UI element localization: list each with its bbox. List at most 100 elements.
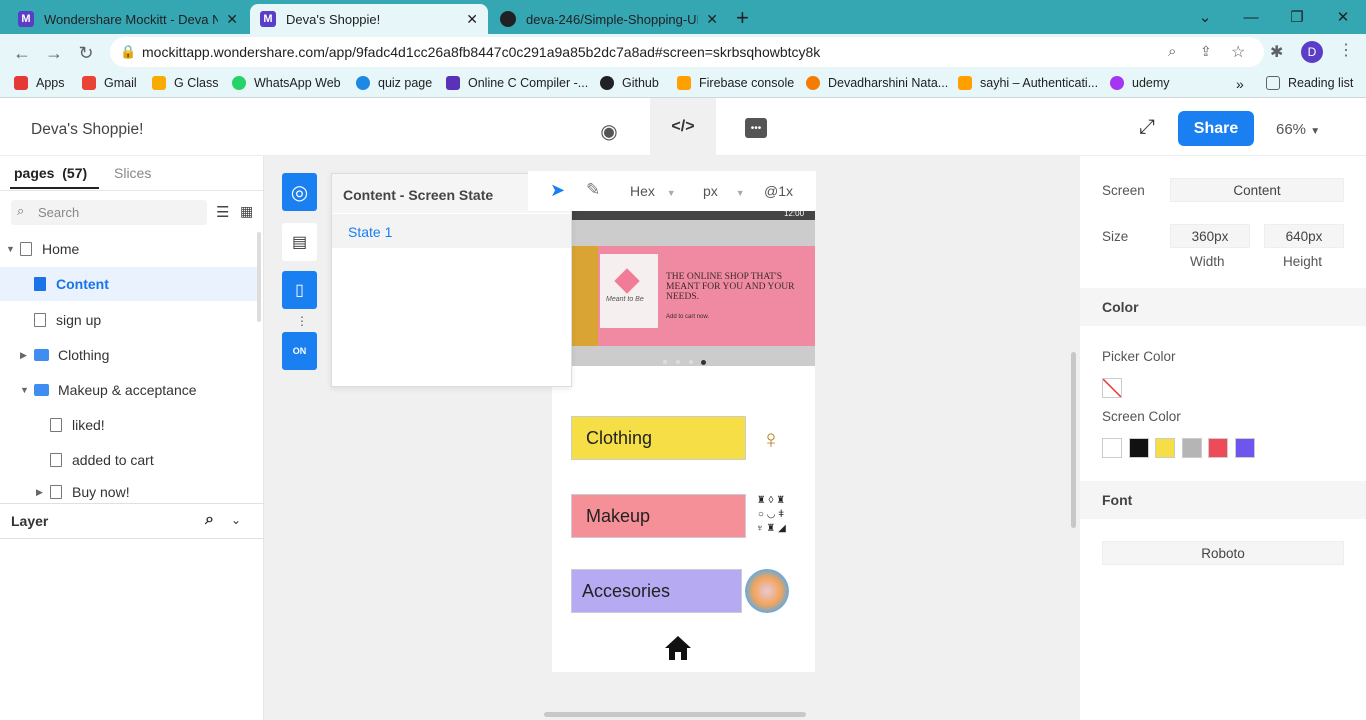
tree-item-content[interactable]: Content <box>0 267 258 301</box>
tab-slices[interactable]: Slices <box>114 165 151 181</box>
bookmark-star-icon[interactable]: ☆ <box>1231 42 1245 62</box>
device-icon[interactable]: ▯ <box>282 271 317 309</box>
toggle-on-icon[interactable]: ON <box>282 332 317 370</box>
scale-value[interactable]: @1x <box>764 183 793 199</box>
design-canvas[interactable]: ◎ ▤ ▯ ⋮ ON 12:00 Meant to Be THE ONLINE … <box>264 156 1080 720</box>
grid-view-icon[interactable]: ▦ <box>240 203 253 220</box>
share-page-icon[interactable]: ⇪ <box>1200 43 1212 60</box>
bookmark-gmail[interactable]: Gmail <box>82 76 137 90</box>
makeup-button[interactable]: Makeup <box>571 494 746 538</box>
preview-eye-icon[interactable]: ◉ <box>596 118 622 144</box>
carousel-dot[interactable] <box>689 360 693 364</box>
color-format-dropdown[interactable]: Hex ▼ <box>630 183 676 199</box>
tab-search-icon[interactable]: ⌄ <box>1182 0 1228 34</box>
carousel-dot[interactable] <box>663 360 667 364</box>
vertical-scrollbar[interactable] <box>1071 352 1076 528</box>
color-swatch[interactable] <box>1234 438 1255 458</box>
scrollbar[interactable] <box>257 232 261 322</box>
close-tab-icon[interactable]: ✕ <box>226 11 238 28</box>
target-icon[interactable]: ◎ <box>282 173 317 211</box>
tree-item-added-to-cart[interactable]: added to cart <box>0 443 258 477</box>
tree-item-home[interactable]: ▼ Home <box>0 232 258 266</box>
bookmark-firebase[interactable]: Firebase console <box>677 76 794 90</box>
restore-icon[interactable]: ❐ <box>1274 0 1320 34</box>
reading-list-button[interactable]: Reading list <box>1266 76 1353 90</box>
tree-label: Makeup & acceptance <box>58 382 197 398</box>
extensions-icon[interactable]: ✱ <box>1270 42 1283 62</box>
bookmark-gclass[interactable]: G Class <box>152 76 218 90</box>
bookmark-udemy[interactable]: udemy <box>1110 76 1170 90</box>
zoom-level-dropdown[interactable]: 66% ▼ <box>1276 121 1320 138</box>
tab-pages[interactable]: pages (57) <box>14 165 87 181</box>
carousel-dot-active[interactable] <box>701 360 706 365</box>
clothing-button[interactable]: Clothing <box>571 416 746 460</box>
cursor-select-icon[interactable]: ➤ <box>550 180 565 201</box>
banner-carousel[interactable]: Meant to Be THE ONLINE SHOP THAT'S MEANT… <box>572 220 815 366</box>
tab-deva-shoppie[interactable]: M Deva's Shoppie! ✕ <box>250 4 488 34</box>
tree-item-liked[interactable]: liked! <box>0 408 258 442</box>
home-icon[interactable] <box>664 635 692 661</box>
tree-item-sign-up[interactable]: sign up <box>0 303 258 337</box>
color-swatch[interactable] <box>1128 438 1149 458</box>
close-window-icon[interactable]: ✕ <box>1320 0 1366 34</box>
fullscreen-icon[interactable]: ⤢ <box>1139 116 1155 139</box>
comment-icon[interactable]: ••• <box>745 118 767 138</box>
category-label: Makeup <box>586 505 651 526</box>
forward-icon[interactable]: → <box>43 42 65 64</box>
height-field[interactable]: 640px <box>1264 224 1344 248</box>
close-tab-icon[interactable]: ✕ <box>466 11 478 28</box>
bookmark-whatsapp[interactable]: WhatsApp Web <box>232 76 341 90</box>
menu-icon[interactable]: ⋮ <box>1338 40 1354 60</box>
color-section-header: Color <box>1080 288 1366 326</box>
color-swatch[interactable] <box>1102 438 1122 458</box>
bookmark-quiz[interactable]: quiz page <box>356 76 432 90</box>
notes-icon[interactable]: ▤ <box>282 223 317 261</box>
bookmark-apps[interactable]: Apps <box>14 76 65 90</box>
reading-list-label: Reading list <box>1288 76 1354 90</box>
reload-icon[interactable]: ↻ <box>75 42 97 64</box>
minimize-icon[interactable]: — <box>1228 0 1274 34</box>
clothing-woman-icon: ♀ <box>761 423 781 454</box>
chevron-down-icon[interactable]: ⌄ <box>231 513 241 527</box>
screen-name-field[interactable]: Content <box>1170 178 1344 202</box>
color-swatch[interactable] <box>1181 438 1202 458</box>
profile-avatar[interactable]: D <box>1301 41 1323 63</box>
accesories-button[interactable]: Accesories <box>571 569 742 613</box>
horizontal-scrollbar[interactable] <box>544 712 806 717</box>
udemy-icon <box>1110 76 1124 90</box>
bookmark-github[interactable]: Github <box>600 76 659 90</box>
code-inspect-icon[interactable]: </> <box>650 98 716 156</box>
search-input[interactable]: ⌕ Search <box>11 200 207 225</box>
new-tab-icon[interactable]: + <box>736 5 749 31</box>
share-button[interactable]: Share <box>1178 111 1254 146</box>
zoom-level: 66% <box>1276 121 1307 138</box>
list-view-icon[interactable]: ☰ <box>216 203 229 221</box>
bookmark-sayhi[interactable]: sayhi – Authenticati... <box>958 76 1098 90</box>
no-color-swatch[interactable] <box>1102 378 1122 398</box>
bookmark-compiler[interactable]: Online C Compiler -... <box>446 76 588 90</box>
search-icon[interactable]: ⌕ <box>205 511 214 529</box>
tab-title: deva-246/Simple-Shopping-UI-D <box>526 11 699 27</box>
bookmark-devadharshini[interactable]: Devadharshini Nata... <box>806 76 948 90</box>
carousel-dot[interactable] <box>676 360 680 364</box>
tab-github[interactable]: deva-246/Simple-Shopping-UI-D ✕ <box>490 4 728 34</box>
back-icon[interactable]: ← <box>11 42 33 64</box>
tree-item-clothing[interactable]: ▶ Clothing <box>0 338 258 372</box>
unit-dropdown[interactable]: px ▼ <box>703 183 745 199</box>
tree-item-makeup[interactable]: ▼ Makeup & acceptance <box>0 373 258 407</box>
tree-item-buy-now[interactable]: ▶ Buy now! <box>0 478 258 506</box>
color-swatch[interactable] <box>1208 438 1228 458</box>
color-swatch[interactable] <box>1155 438 1175 458</box>
close-tab-icon[interactable]: ✕ <box>706 11 718 28</box>
zoom-icon[interactable]: ⌕ <box>1168 43 1176 60</box>
more-bookmarks-icon[interactable]: » <box>1236 76 1244 92</box>
more-vertical-icon[interactable]: ⋮ <box>296 314 308 328</box>
browser-toolbar: ← → ↻ 🔒 mockittapp.wondershare.com/app/9… <box>0 34 1366 70</box>
eyedropper-icon[interactable]: ✎ <box>586 180 600 200</box>
tab-mockitt[interactable]: M Wondershare Mockitt - Deva Nat ✕ <box>8 4 248 34</box>
address-bar[interactable]: 🔒 mockittapp.wondershare.com/app/9fadc4d… <box>110 37 1264 67</box>
picker-color-label: Picker Color <box>1102 349 1176 364</box>
width-field[interactable]: 360px <box>1170 224 1250 248</box>
state-item[interactable]: State 1 <box>332 214 571 248</box>
font-family-field[interactable]: Roboto <box>1102 541 1344 565</box>
